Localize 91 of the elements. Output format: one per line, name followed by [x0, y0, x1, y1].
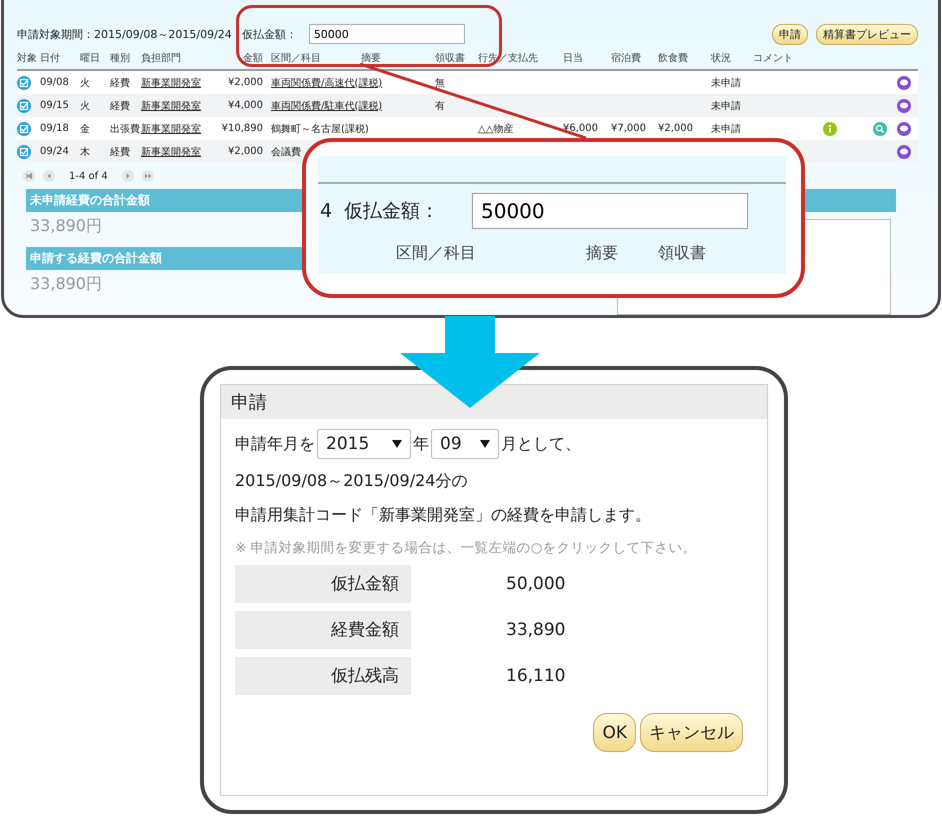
search-icon[interactable]: [873, 122, 887, 136]
allowance-cell: ¥6,000: [563, 123, 598, 134]
weekday-cell-text: 木: [80, 146, 91, 158]
note-text: ※ 申請対象期間を変更する場合は、一覧左端の○をクリックして下さい。: [235, 539, 698, 557]
advance-field[interactable]: 50000: [308, 24, 465, 44]
department-link[interactable]: 新事業開発室: [141, 100, 201, 112]
dialog-title: 申請: [221, 385, 767, 419]
column-header: 曜日: [80, 52, 101, 65]
summary-value: 33,890: [505, 620, 566, 640]
type-cell-text: 経費: [110, 100, 131, 112]
period-label: 申請対象期間：2015/09/08～2015/09/24: [17, 26, 232, 42]
caret-icon: [480, 440, 490, 448]
comment-icon[interactable]: [897, 144, 911, 158]
column-header: 日当: [563, 52, 584, 65]
apply-button[interactable]: 申請: [772, 24, 808, 44]
department-link[interactable]: 新事業開発室: [141, 78, 201, 88]
department-link[interactable]: 新事業開発室: [141, 124, 201, 134]
caret-icon: [392, 440, 402, 448]
preview-button[interactable]: 精算書プレビュー: [816, 24, 918, 44]
year-suffix: 年: [413, 434, 429, 454]
column-header: コメント: [753, 52, 794, 65]
apply-text: 申請用集計コード「新事業開発室」の経費を申請します。: [235, 505, 652, 526]
route-cell: 鶴舞町～名古屋(課税): [271, 124, 369, 134]
advance-field[interactable]: 50000: [472, 193, 748, 229]
allowance-cell: ¥2,000: [658, 123, 693, 134]
allowance-cell: ¥7,000: [611, 123, 646, 134]
advance-label: 仮払金額：: [242, 26, 297, 42]
receipt-cell: 無: [435, 78, 445, 88]
year-select[interactable]: 2015: [317, 429, 411, 459]
column-header: 負担部門: [141, 52, 182, 65]
column-header: 領収書: [435, 52, 466, 65]
comment-icon[interactable]: [897, 122, 911, 136]
prompt-text: 申請年月を: [235, 434, 315, 454]
weekday-cell-text: 火: [80, 76, 91, 90]
date-cell-text: 09/18: [40, 123, 70, 134]
next-page-icon[interactable]: [122, 170, 134, 182]
amount-cell-text: ¥2,000: [227, 77, 264, 88]
column-header: 種別: [110, 52, 131, 65]
column-header: 日付: [40, 52, 61, 65]
summary-label: 仮払金額: [235, 565, 411, 603]
checkbox-icon[interactable]: [17, 98, 31, 112]
amount-cell-text: ¥2,000: [227, 146, 264, 157]
route-link[interactable]: 車両関係費/駐車代(課税): [271, 100, 382, 112]
ok-button[interactable]: OK: [593, 713, 636, 752]
month-select[interactable]: 09: [431, 429, 499, 459]
date-cell-text: 09/15: [40, 100, 70, 111]
type-cell-text: 経費: [110, 76, 131, 90]
type-cell-text: 経費: [110, 146, 131, 158]
weekday-cell-text: 金: [80, 122, 91, 136]
column-header: 飲食費: [658, 52, 689, 65]
amount-cell-text: ¥10,890: [220, 123, 264, 134]
comment-icon[interactable]: [897, 98, 911, 112]
last-page-icon[interactable]: [142, 170, 154, 182]
checkbox-icon[interactable]: [17, 144, 31, 158]
previous-page-icon[interactable]: [43, 170, 55, 182]
route-cell: 会議費: [271, 146, 301, 158]
column-header: 区間／科目: [271, 52, 322, 65]
summary-value: 16,110: [505, 666, 566, 686]
comment-icon[interactable]: [897, 76, 911, 90]
receipt-cell: 有: [435, 100, 445, 112]
total-value: 33,890円: [29, 215, 103, 237]
period-text: 2015/09/08～2015/09/24分の: [235, 471, 468, 492]
date-cell-text: 09/24: [40, 146, 70, 157]
column-header: 領収書: [658, 242, 706, 264]
checkbox-icon[interactable]: [17, 122, 31, 136]
status-cell: 未申請: [711, 124, 741, 134]
department-link[interactable]: 新事業開発室: [141, 146, 201, 158]
summary-value: 50,000: [505, 574, 566, 594]
summary-label: 仮払残高: [235, 657, 411, 695]
column-header: 摘要: [361, 52, 382, 65]
weekday-cell-text: 火: [80, 100, 91, 112]
column-header: 対象: [17, 52, 38, 65]
status-cell: 未申請: [711, 100, 741, 112]
type-cell-text: 出張費: [110, 122, 141, 136]
info-icon[interactable]: [823, 122, 837, 136]
down-arrow-icon: [400, 316, 540, 408]
total-value: 33,890円: [29, 273, 103, 295]
cancel-button[interactable]: キャンセル: [640, 713, 743, 752]
column-header: 宿泊費: [611, 52, 642, 65]
first-page-icon[interactable]: [23, 170, 35, 182]
prompt-text: 月として、: [501, 434, 581, 454]
status-cell: 未申請: [711, 78, 741, 88]
date-cell-text: 09/08: [40, 77, 70, 88]
amount-cell-text: ¥4,000: [227, 100, 264, 111]
summary-label: 経費金額: [235, 611, 411, 649]
route-link[interactable]: 車両関係費/高速代(課税): [271, 78, 382, 88]
checkbox-icon[interactable]: [17, 76, 31, 90]
destination-cell: △△物産: [478, 124, 514, 134]
column-header: 金額: [242, 52, 264, 65]
column-header: 状況: [711, 52, 732, 65]
page-count: 1-4 of 4: [69, 170, 108, 182]
